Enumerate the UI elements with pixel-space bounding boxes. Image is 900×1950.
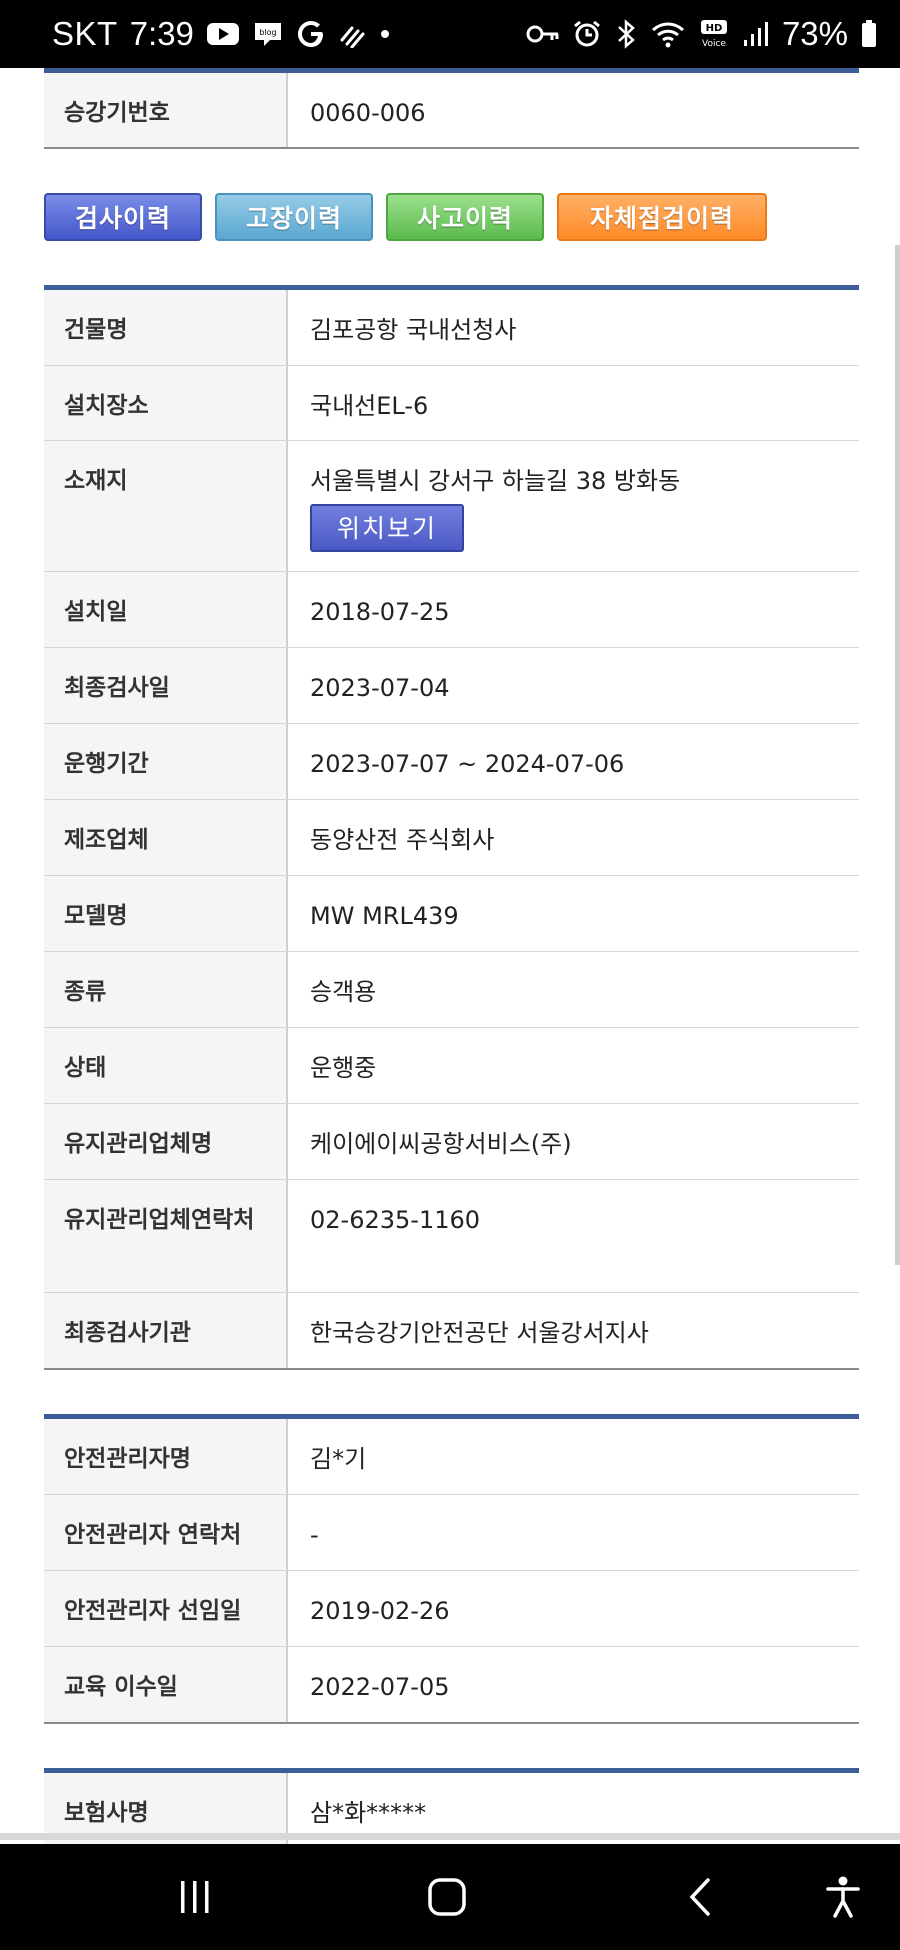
address-cell: 서울특별시 강서구 하늘길 38 방화동 위치보기 — [288, 441, 859, 571]
row-label: 유지관리업체명 — [44, 1104, 288, 1179]
last-inspection-date: 2023-07-04 — [310, 674, 450, 702]
row-label: 안전관리자명 — [44, 1419, 288, 1494]
row-label: 설치장소 — [44, 366, 288, 440]
horizontal-scrollbar[interactable] — [0, 1833, 900, 1840]
table-row: 상태 운행중 — [44, 1028, 859, 1104]
svg-text:Voice: Voice — [702, 39, 726, 49]
row-label: 최종검사기관 — [44, 1293, 288, 1368]
manufacturer: 동양산전 주식회사 — [310, 826, 495, 854]
hd-voice-icon: HD Voice — [698, 19, 730, 49]
row-label: 건물명 — [44, 290, 288, 365]
row-label: 승강기번호 — [44, 73, 288, 147]
table-row: 안전관리자 선임일 2019-02-26 — [44, 1571, 859, 1647]
table-row: 안전관리자 연락처 - — [44, 1495, 859, 1571]
row-label: 안전관리자 연락처 — [44, 1495, 288, 1570]
operation-period: 2023-07-07 ~ 2024-07-06 — [310, 750, 625, 778]
dot-icon — [378, 27, 392, 41]
carrier-label: SKT — [52, 15, 118, 52]
key-icon — [526, 23, 560, 45]
table-row: 운행기간 2023-07-07 ~ 2024-07-06 — [44, 724, 859, 800]
battery-percent: 73% — [781, 15, 848, 52]
elevator-info-table: 건물명 김포공항 국내선청사 설치장소 국내선EL-6 소재지 서울특별시 강서… — [44, 285, 859, 1370]
blog-icon: blog — [252, 20, 284, 48]
elevator-type: 승객용 — [310, 978, 377, 1006]
recent-apps-icon[interactable] — [160, 1844, 230, 1950]
safety-manager-name: 김*기 — [310, 1445, 367, 1473]
history-button-bar: 검사이력 고장이력 사고이력 자체점검이력 — [44, 193, 859, 241]
failure-history-button[interactable]: 고장이력 — [215, 193, 373, 241]
elevator-number-table: 승강기번호 0060-006 — [44, 68, 859, 149]
row-label: 최종검사일 — [44, 648, 288, 723]
google-icon — [296, 19, 326, 49]
row-label: 운행기간 — [44, 724, 288, 799]
accessibility-icon[interactable] — [808, 1844, 878, 1950]
table-row: 소재지 서울특별시 강서구 하늘길 38 방화동 위치보기 — [44, 441, 859, 572]
safety-manager-contact: - — [310, 1521, 319, 1549]
safety-manager-table: 안전관리자명 김*기 안전관리자 연락처 - 안전관리자 선임일 2019-02… — [44, 1414, 859, 1724]
inspection-history-button[interactable]: 검사이력 — [44, 193, 202, 241]
signal-app-icon — [338, 20, 366, 48]
bluetooth-icon — [614, 19, 638, 49]
accident-history-button[interactable]: 사고이력 — [386, 193, 544, 241]
table-row: 승강기번호 0060-006 — [44, 73, 859, 147]
table-row: 안전관리자명 김*기 — [44, 1419, 859, 1495]
row-label: 모델명 — [44, 876, 288, 951]
install-date: 2018-07-25 — [310, 598, 450, 626]
table-row: 최종검사기관 한국승강기안전공단 서울강서지사 — [44, 1293, 859, 1368]
vertical-scrollbar[interactable] — [895, 245, 900, 1265]
clock: 7:39 — [129, 15, 194, 52]
table-row: 제조업체 동양산전 주식회사 — [44, 800, 859, 876]
youtube-icon — [206, 21, 240, 47]
row-label: 종류 — [44, 952, 288, 1027]
table-row: 유지관리업체연락처 02-6235-1160 — [44, 1180, 859, 1293]
row-label: 상태 — [44, 1028, 288, 1103]
operation-status: 운행중 — [310, 1054, 377, 1082]
appointment-date: 2019-02-26 — [310, 1597, 450, 1625]
signal-bars-icon — [742, 20, 770, 48]
home-icon[interactable] — [412, 1844, 482, 1950]
inspection-agency: 한국승강기안전공단 서울강서지사 — [310, 1319, 649, 1347]
building-name: 김포공항 국내선청사 — [310, 316, 517, 344]
back-icon[interactable] — [665, 1844, 735, 1950]
alarm-icon — [572, 19, 602, 49]
table-row: 최종검사일 2023-07-04 — [44, 648, 859, 724]
status-bar: SKT 7:39 blog HD Voice 73% — [0, 0, 900, 68]
maintenance-contact: 02-6235-1160 — [310, 1206, 481, 1234]
row-label: 소재지 — [44, 441, 288, 571]
svg-text:blog: blog — [259, 28, 276, 37]
address: 서울특별시 강서구 하늘길 38 방화동 — [310, 467, 681, 495]
self-check-history-button[interactable]: 자체점검이력 — [557, 193, 767, 241]
table-row: 건물명 김포공항 국내선청사 — [44, 290, 859, 366]
table-row: 교육 이수일 2022-07-05 — [44, 1647, 859, 1722]
page-content: 승강기번호 0060-006 검사이력 고장이력 사고이력 자체점검이력 건물명… — [44, 68, 859, 1848]
wifi-icon — [650, 20, 686, 48]
model-name: MW MRL439 — [310, 902, 459, 930]
table-row: 설치일 2018-07-25 — [44, 572, 859, 648]
row-value: 0060-006 — [310, 99, 426, 127]
maintenance-company: 케이에이씨공항서비스(주) — [310, 1130, 572, 1158]
table-row: 유지관리업체명 케이에이씨공항서비스(주) — [44, 1104, 859, 1180]
row-label: 안전관리자 선임일 — [44, 1571, 288, 1646]
navigation-bar — [0, 1844, 900, 1950]
battery-icon — [860, 19, 878, 49]
row-label: 설치일 — [44, 572, 288, 647]
training-date: 2022-07-05 — [310, 1673, 450, 1701]
table-row: 종류 승객용 — [44, 952, 859, 1028]
row-label: 교육 이수일 — [44, 1647, 288, 1722]
table-row: 설치장소 국내선EL-6 — [44, 366, 859, 441]
svg-text:HD: HD — [706, 23, 723, 34]
view-location-button[interactable]: 위치보기 — [310, 504, 464, 552]
install-location: 국내선EL-6 — [310, 392, 429, 420]
row-label: 유지관리업체연락처 — [44, 1180, 288, 1292]
row-label: 제조업체 — [44, 800, 288, 875]
table-row: 모델명 MW MRL439 — [44, 876, 859, 952]
